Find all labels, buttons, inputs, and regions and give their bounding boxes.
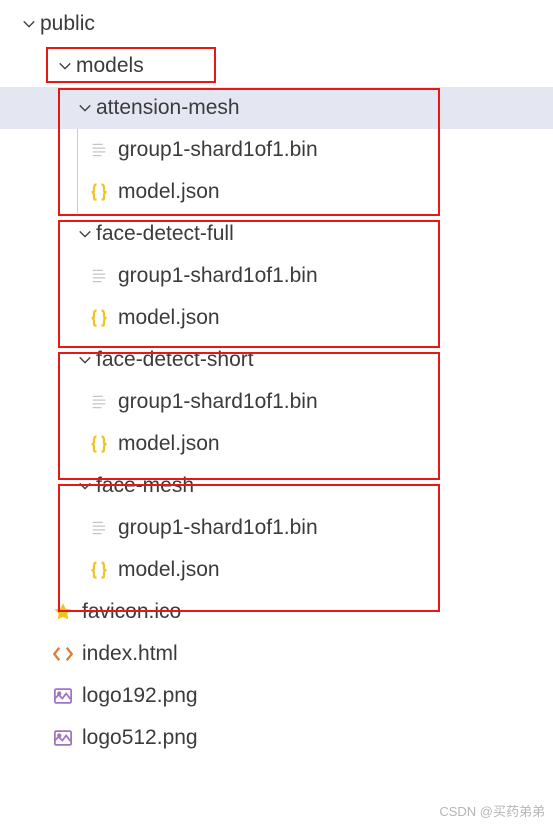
folder-label: attension-mesh	[96, 96, 240, 120]
tree-item-bin-file[interactable]: group1-shard1of1.bin	[0, 381, 553, 423]
file-label: model.json	[118, 180, 220, 204]
file-label: favicon.ico	[82, 600, 181, 624]
file-label: group1-shard1of1.bin	[118, 264, 318, 288]
tree-item-models[interactable]: models	[0, 45, 553, 87]
tree-item-favicon[interactable]: favicon.ico	[0, 591, 553, 633]
file-label: index.html	[82, 642, 178, 666]
file-label: group1-shard1of1.bin	[118, 390, 318, 414]
tree-item-face-detect-short[interactable]: face-detect-short	[0, 339, 553, 381]
tree-item-public[interactable]: public	[0, 3, 553, 45]
folder-label: models	[76, 54, 144, 78]
json-icon	[86, 308, 112, 328]
html-icon	[50, 644, 76, 664]
file-label: logo512.png	[82, 726, 198, 750]
json-icon	[86, 182, 112, 202]
folder-label: face-detect-short	[96, 348, 254, 372]
chevron-down-icon	[74, 479, 96, 493]
folder-label: face-detect-full	[96, 222, 234, 246]
tree-item-bin-file[interactable]: group1-shard1of1.bin	[0, 507, 553, 549]
tree-item-index[interactable]: index.html	[0, 633, 553, 675]
chevron-down-icon	[74, 353, 96, 367]
tree-item-attension-mesh[interactable]: attension-mesh	[0, 87, 553, 129]
tree-item-json-file[interactable]: model.json	[0, 549, 553, 591]
file-label: model.json	[118, 558, 220, 582]
image-icon	[50, 686, 76, 706]
tree-item-logo512[interactable]: logo512.png	[0, 717, 553, 759]
file-icon	[86, 140, 112, 160]
tree-item-face-mesh[interactable]: face-mesh	[0, 465, 553, 507]
file-label: group1-shard1of1.bin	[118, 138, 318, 162]
star-icon	[50, 602, 76, 622]
watermark: CSDN @买药弟弟	[439, 801, 545, 820]
file-icon	[86, 518, 112, 538]
json-icon	[86, 434, 112, 454]
tree-item-json-file[interactable]: model.json	[0, 171, 553, 213]
chevron-down-icon	[74, 227, 96, 241]
file-label: model.json	[118, 306, 220, 330]
tree-item-json-file[interactable]: model.json	[0, 297, 553, 339]
json-icon	[86, 560, 112, 580]
folder-label: public	[40, 12, 95, 36]
image-icon	[50, 728, 76, 748]
tree-item-bin-file[interactable]: group1-shard1of1.bin	[0, 255, 553, 297]
chevron-down-icon	[18, 17, 40, 31]
folder-label: face-mesh	[96, 474, 194, 498]
file-label: model.json	[118, 432, 220, 456]
file-tree: public models attension-mesh group1-shar…	[0, 0, 553, 767]
file-icon	[86, 266, 112, 286]
chevron-down-icon	[54, 59, 76, 73]
tree-item-json-file[interactable]: model.json	[0, 423, 553, 465]
tree-item-bin-file[interactable]: group1-shard1of1.bin	[0, 129, 553, 171]
file-icon	[86, 392, 112, 412]
file-label: group1-shard1of1.bin	[118, 516, 318, 540]
chevron-down-icon	[74, 101, 96, 115]
file-label: logo192.png	[82, 684, 198, 708]
tree-item-face-detect-full[interactable]: face-detect-full	[0, 213, 553, 255]
tree-item-logo192[interactable]: logo192.png	[0, 675, 553, 717]
